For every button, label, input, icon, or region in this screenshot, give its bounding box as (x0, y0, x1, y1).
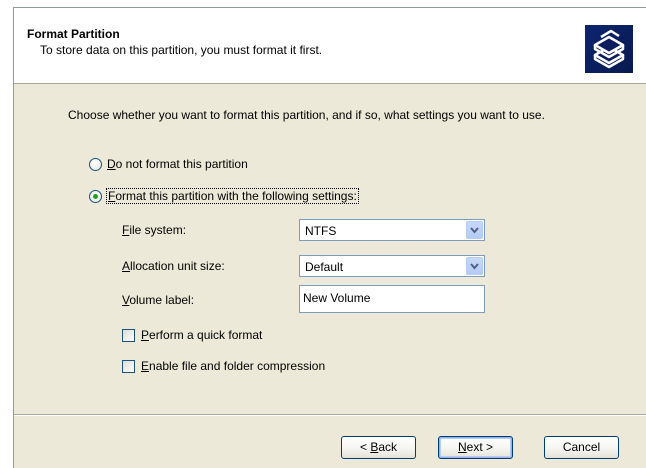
allocation-unit-label: Allocation unit size: (122, 259, 225, 273)
do-not-format-option[interactable]: Do not format this partition (89, 157, 248, 171)
do-not-format-label[interactable]: Do not format this partition (107, 157, 248, 171)
format-with-settings-radio[interactable] (89, 189, 102, 203)
compression-option[interactable]: Enable file and folder compression (122, 359, 325, 373)
next-button[interactable]: Next > (438, 436, 513, 459)
compression-label[interactable]: Enable file and folder compression (141, 359, 325, 373)
file-system-label: File system: (122, 223, 187, 237)
volume-label-value: New Volume (303, 291, 371, 305)
allocation-unit-value: Default (305, 260, 344, 274)
format-partition-dialog: Format Partition To store data on this p… (13, 7, 646, 468)
quick-format-label[interactable]: Perform a quick format (141, 328, 262, 342)
format-with-settings-label[interactable]: Format this partition with the following… (106, 188, 359, 204)
header-title: Format Partition (27, 27, 120, 41)
compression-checkbox[interactable] (122, 359, 135, 373)
disk-stack-icon (585, 25, 633, 73)
header-subtitle: To store data on this partition, you mus… (40, 43, 323, 57)
back-button[interactable]: < Back (341, 436, 416, 459)
volume-label-label: Volume label: (122, 293, 195, 307)
volume-label-input[interactable]: New Volume (299, 285, 485, 313)
file-system-value: NTFS (305, 224, 337, 238)
quick-format-checkbox[interactable] (122, 328, 135, 342)
cancel-button[interactable]: Cancel (544, 436, 619, 459)
format-with-settings-option[interactable]: Format this partition with the following… (89, 188, 359, 204)
wizard-header: Format Partition To store data on this p… (14, 8, 646, 84)
chevron-down-icon[interactable] (466, 257, 483, 275)
footer-divider (14, 414, 646, 416)
chevron-down-icon[interactable] (466, 221, 483, 239)
instruction-text: Choose whether you want to format this p… (68, 108, 545, 122)
do-not-format-radio[interactable] (89, 157, 102, 171)
allocation-unit-combobox[interactable]: Default (299, 255, 485, 277)
file-system-combobox[interactable]: NTFS (299, 219, 485, 241)
quick-format-option[interactable]: Perform a quick format (122, 328, 262, 342)
